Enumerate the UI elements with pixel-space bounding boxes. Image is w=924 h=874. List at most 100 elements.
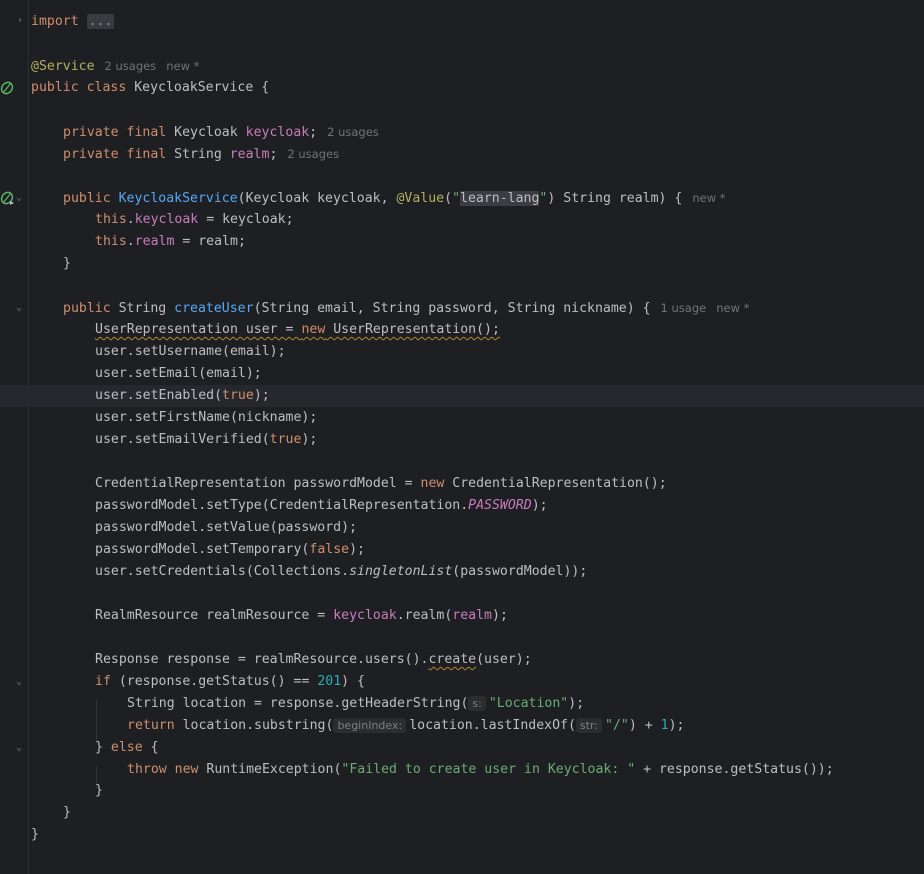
usages-hint[interactable]: 1 usage bbox=[661, 301, 707, 315]
annotation: @Service bbox=[31, 59, 95, 74]
keyword: private final bbox=[63, 147, 175, 162]
code-text: passwordModel.setTemporary( bbox=[95, 542, 310, 557]
code-text: ); bbox=[568, 696, 585, 711]
code-line: user.setFirstName(nickname); bbox=[29, 407, 924, 429]
code-line: } bbox=[29, 802, 924, 824]
code-line: passwordModel.setTemporary(false); bbox=[29, 539, 924, 561]
code-line: if (response.getStatus() == 201) { bbox=[29, 671, 924, 693]
code-line: passwordModel.setType(CredentialRepresen… bbox=[29, 495, 924, 517]
fold-collapse-icon[interactable]: ⌄ bbox=[16, 743, 24, 753]
field: keycloak bbox=[333, 608, 397, 623]
code-line: user.setEmail(email); bbox=[29, 363, 924, 385]
keyword: this bbox=[95, 234, 127, 249]
code-line: @Service 2 usages new * bbox=[29, 55, 924, 77]
code-text: ); bbox=[253, 388, 270, 403]
code-text: ) { bbox=[341, 674, 365, 689]
code-text: (response.getStatus() == bbox=[110, 674, 318, 689]
string: "Location" bbox=[488, 696, 569, 711]
code-text: user.setUsername(email); bbox=[95, 344, 286, 359]
code-text: ); bbox=[349, 542, 365, 557]
warning-call[interactable]: create bbox=[428, 652, 476, 667]
code-line: } bbox=[29, 253, 924, 275]
author-hint[interactable]: new * bbox=[166, 59, 199, 73]
code-text: ) + bbox=[628, 718, 661, 733]
code-line: this.realm = realm; bbox=[29, 231, 924, 253]
code-line: CredentialRepresentation passwordModel =… bbox=[29, 473, 924, 495]
spring-autowire-icon[interactable] bbox=[0, 190, 16, 206]
keyword: this bbox=[95, 212, 127, 227]
string: " bbox=[452, 191, 461, 206]
code-text: location.substring( bbox=[174, 718, 334, 733]
punct: ( bbox=[444, 191, 453, 206]
usages-hint[interactable]: 2 usages bbox=[105, 59, 157, 73]
code-line: RealmResource realmResource = keycloak.r… bbox=[29, 605, 924, 627]
code-line: throw new RuntimeException("Failed to cr… bbox=[29, 759, 924, 781]
code-text: CredentialRepresentation(); bbox=[444, 476, 667, 491]
params: ) String realm) { bbox=[547, 191, 683, 206]
code-text: passwordModel.setType(CredentialRepresen… bbox=[95, 498, 469, 513]
fold-collapse-icon[interactable]: ⌄ bbox=[16, 677, 24, 687]
method-name: createUser bbox=[174, 301, 254, 316]
field: realm bbox=[452, 608, 492, 623]
fold-collapse-icon[interactable]: ⌄ bbox=[16, 193, 24, 203]
brace: } bbox=[63, 805, 71, 820]
fold-collapse-icon[interactable]: ⌄ bbox=[16, 303, 24, 313]
keyword: new bbox=[301, 322, 326, 337]
code-text: user.setEmail(email); bbox=[95, 366, 262, 381]
code-text: UserRepresentation user = bbox=[95, 322, 302, 337]
keyword: public class bbox=[31, 80, 135, 95]
spring-bean-icon[interactable] bbox=[0, 80, 16, 96]
code-text: user.setEnabled( bbox=[95, 388, 223, 403]
code-text: String location = response.getHeaderStri… bbox=[127, 696, 469, 711]
keyword: public bbox=[63, 191, 119, 206]
code-text: location.lastIndexOf( bbox=[409, 718, 576, 733]
punct: . bbox=[126, 212, 135, 227]
type: String bbox=[174, 147, 230, 162]
keyword: public bbox=[63, 301, 119, 316]
static-call: singletonList bbox=[349, 564, 453, 579]
code-text: user.setFirstName(nickname); bbox=[95, 410, 318, 425]
code-line: String location = response.getHeaderStri… bbox=[29, 693, 924, 715]
code-text: ); bbox=[531, 498, 548, 513]
keyword: false bbox=[309, 542, 350, 557]
parameter-hint: str: bbox=[575, 718, 603, 733]
code-line: public KeycloakService(Keycloak keycloak… bbox=[29, 187, 924, 209]
editor-gutter: › ⌄ ⌄ ⌄ ⌄ bbox=[0, 0, 29, 874]
brace: } bbox=[63, 256, 71, 271]
code-line: private final Keycloak keycloak; 2 usages bbox=[29, 121, 924, 143]
code-line: } else { bbox=[29, 737, 924, 759]
usages-hint[interactable]: 2 usages bbox=[327, 125, 379, 139]
code-line: Response response = realmResource.users(… bbox=[29, 649, 924, 671]
parameter-hint: beginIndex: bbox=[333, 718, 407, 733]
code-text: UserRepresentation(); bbox=[325, 322, 500, 337]
annotation: @Value bbox=[396, 191, 445, 206]
type: Keycloak bbox=[174, 125, 246, 140]
number: 201 bbox=[317, 674, 342, 689]
keyword: private final bbox=[63, 125, 175, 140]
code-editor[interactable]: import ... @Service 2 usages new * public … bbox=[0, 0, 924, 874]
usages-hint[interactable]: 2 usages bbox=[287, 147, 339, 161]
author-hint[interactable]: new * bbox=[692, 191, 725, 205]
code-line: return location.substring(beginIndex: loc… bbox=[29, 715, 924, 737]
code-line: user.setCredentials(Collections.singleto… bbox=[29, 561, 924, 583]
code-text: RuntimeException( bbox=[198, 762, 342, 777]
field: keycloak bbox=[245, 125, 310, 140]
fold-expand-icon[interactable]: › bbox=[17, 16, 25, 26]
code-line: } bbox=[29, 780, 924, 802]
string-highlighted: learn-lang bbox=[460, 191, 540, 206]
code-line: user.setEmailVerified(true); bbox=[29, 429, 924, 451]
code-line: public String createUser(String email, S… bbox=[29, 297, 924, 319]
params: (Keycloak keycloak, bbox=[237, 191, 397, 206]
code-text: ); bbox=[668, 718, 685, 733]
class-name: KeycloakService { bbox=[134, 80, 270, 95]
field: realm bbox=[134, 234, 175, 249]
code-text: user.setEmailVerified( bbox=[95, 432, 270, 447]
folded-imports[interactable]: ... bbox=[86, 14, 115, 29]
author-hint[interactable]: new * bbox=[716, 301, 749, 315]
code-line: } bbox=[29, 824, 924, 846]
keyword: else bbox=[110, 740, 143, 755]
code-line: private final String realm; 2 usages bbox=[29, 143, 924, 165]
field: keycloak bbox=[134, 212, 199, 227]
type: String bbox=[118, 301, 175, 316]
code-text: + response.getStatus()); bbox=[635, 762, 834, 777]
